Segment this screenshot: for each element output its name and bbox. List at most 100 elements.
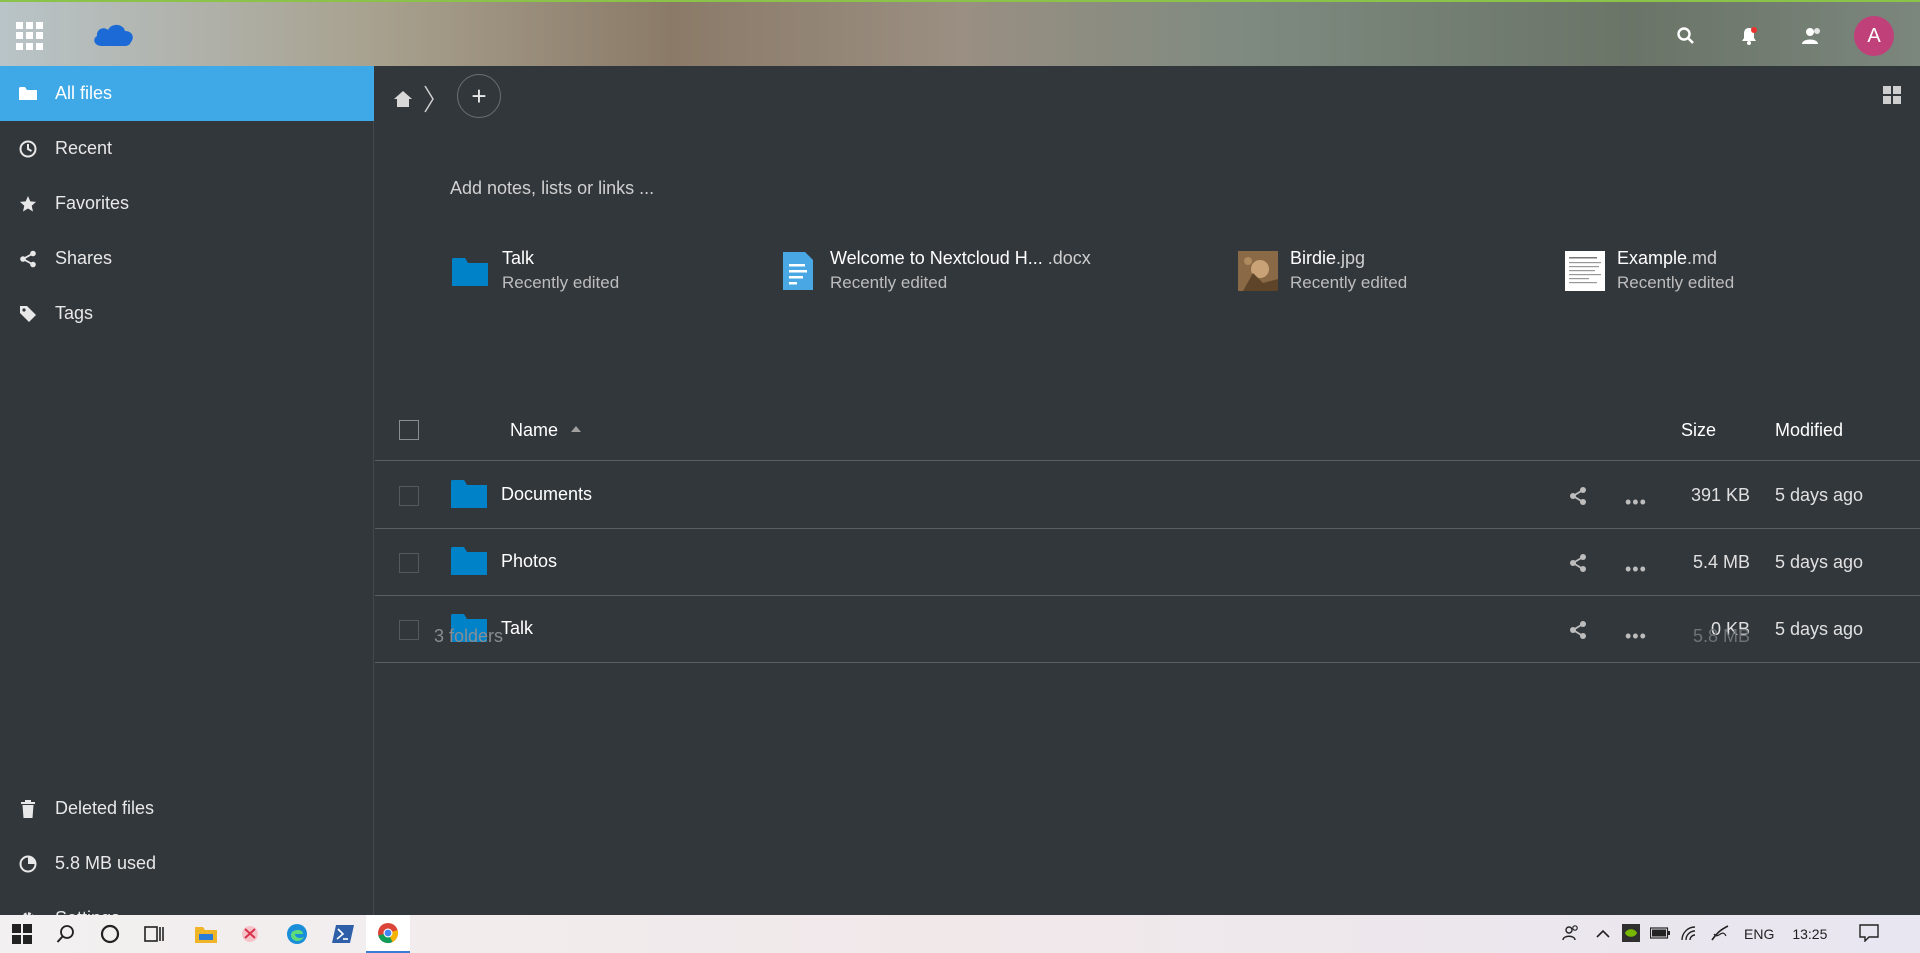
snipping-tool-icon[interactable]	[228, 915, 272, 953]
column-header-size[interactable]: Size	[1681, 420, 1716, 441]
people-icon[interactable]	[1562, 924, 1580, 945]
home-icon[interactable]	[393, 90, 413, 113]
avatar[interactable]: A	[1854, 16, 1894, 56]
table-row[interactable]: Talk ••• 0 KB 5 days ago	[375, 596, 1920, 663]
file-name[interactable]: Talk	[501, 618, 533, 639]
sidebar-item-all-files[interactable]: All files	[0, 66, 374, 121]
more-actions-icon[interactable]: •••	[1625, 559, 1647, 580]
wifi-icon[interactable]	[1680, 925, 1700, 944]
sidebar-item-favorites[interactable]: Favorites	[0, 176, 374, 231]
main-content: + Add notes, lists or links ... Talk Rec…	[375, 66, 1920, 915]
recent-file-basename: Birdie	[1290, 248, 1337, 268]
chevron-up-icon[interactable]	[1596, 926, 1610, 942]
folder-icon	[0, 86, 55, 101]
recent-file-extension: .md	[1687, 248, 1718, 268]
pen-icon[interactable]	[1710, 924, 1730, 945]
sidebar-item-shares[interactable]: Shares	[0, 231, 374, 286]
windows-start-icon[interactable]	[0, 915, 44, 953]
share-icon[interactable]	[1568, 553, 1588, 578]
recent-file-name: Talk	[502, 248, 619, 269]
sidebar-item-label: Recent	[55, 138, 113, 158]
recent-file-talk[interactable]: Talk Recently edited	[450, 248, 619, 293]
recent-file-basename: Example	[1617, 248, 1688, 268]
recent-file-extension: .docx	[1042, 248, 1091, 268]
sidebar-item-quota: 5.8 MB used	[0, 836, 374, 891]
folder-icon	[451, 478, 487, 513]
share-icon[interactable]	[1568, 620, 1588, 645]
clock[interactable]: 13:25	[1792, 926, 1827, 942]
add-new-button[interactable]: +	[457, 74, 501, 118]
share-icon[interactable]	[1568, 486, 1588, 511]
row-checkbox[interactable]	[399, 553, 419, 573]
recent-file-basename: Welcome to Nextcloud H...	[830, 248, 1043, 268]
sidebar-item-recent[interactable]: Recent	[0, 121, 374, 176]
trash-icon	[0, 799, 55, 818]
recent-file-status: Recently edited	[502, 273, 620, 292]
notifications-icon[interactable]	[1859, 923, 1880, 945]
sidebar-item-deleted-files[interactable]: Deleted files	[0, 781, 374, 836]
column-header-modified[interactable]: Modified	[1775, 420, 1843, 441]
apps-grid-icon[interactable]	[16, 22, 44, 50]
breadcrumb	[393, 84, 435, 119]
recent-file-birdie[interactable]: Birdie.jpg Recently edited	[1238, 248, 1407, 293]
app-header: A	[0, 0, 1920, 66]
folder-count-summary: 3 folders	[434, 626, 504, 646]
contacts-icon[interactable]	[1800, 24, 1824, 48]
recent-file-name: Welcome to Nextcloud H... .docx	[830, 248, 1091, 269]
file-modified: 5 days ago	[1775, 485, 1864, 505]
sidebar-item-tags[interactable]: Tags	[0, 286, 374, 341]
edge-browser-icon[interactable]	[275, 915, 319, 953]
file-name[interactable]: Documents	[501, 484, 592, 505]
recent-file-name: Example.md	[1617, 248, 1734, 269]
chrome-browser-icon[interactable]	[366, 915, 410, 953]
clock-icon	[0, 140, 55, 158]
recent-file-extension: .jpg	[1336, 248, 1366, 268]
search-icon[interactable]	[1674, 24, 1698, 48]
more-actions-icon[interactable]: •••	[1625, 626, 1647, 647]
bell-icon[interactable]	[1737, 24, 1761, 48]
folder-icon	[450, 251, 490, 291]
recent-file-status: Recently edited	[1290, 273, 1408, 292]
row-checkbox[interactable]	[399, 620, 419, 640]
system-tray: ENG 13:25	[1562, 915, 1880, 953]
select-all-checkbox[interactable]	[399, 420, 419, 440]
recent-file-status: Recently edited	[830, 273, 948, 292]
sidebar-item-label: 5.8 MB used	[55, 853, 157, 873]
image-thumbnail	[1238, 250, 1278, 291]
document-icon	[778, 251, 818, 291]
recent-file-status: Recently edited	[1617, 273, 1735, 292]
file-explorer-icon[interactable]	[184, 915, 228, 953]
file-name[interactable]: Photos	[501, 551, 557, 572]
share-icon	[0, 250, 55, 268]
more-actions-icon[interactable]: •••	[1625, 492, 1647, 513]
file-table-header: Name Size Modified	[375, 396, 1920, 461]
notes-input[interactable]: Add notes, lists or links ...	[450, 178, 654, 199]
chevron-right-icon	[423, 84, 435, 119]
table-row[interactable]: Documents ••• 391 KB 5 days ago	[375, 462, 1920, 529]
star-icon	[0, 195, 55, 213]
file-modified: 5 days ago	[1775, 619, 1864, 639]
file-size: 391 KB	[1690, 485, 1750, 505]
add-new-button-label: +	[471, 80, 487, 111]
total-size-summary: 5.8 MB	[1692, 626, 1750, 646]
powershell-icon[interactable]	[321, 915, 365, 953]
recent-file-welcome[interactable]: Welcome to Nextcloud H... .docx Recently…	[778, 248, 1091, 293]
sidebar: All files Recent Favorites Shares Tags D…	[0, 66, 374, 928]
file-modified: 5 days ago	[1775, 552, 1864, 572]
windows-taskbar: ENG 13:25	[0, 915, 1920, 953]
language-indicator[interactable]: ENG	[1744, 926, 1774, 942]
search-icon[interactable]	[44, 915, 88, 953]
column-header-name[interactable]: Name	[510, 420, 558, 441]
recent-file-name: Birdie.jpg	[1290, 248, 1407, 269]
avatar-letter: A	[1867, 24, 1881, 47]
nvidia-icon[interactable]	[1622, 923, 1640, 945]
recent-file-example[interactable]: Example.md Recently edited	[1565, 248, 1734, 293]
row-checkbox[interactable]	[399, 486, 419, 506]
cortana-icon[interactable]	[88, 915, 132, 953]
task-view-icon[interactable]	[132, 915, 176, 953]
recent-file-basename: Talk	[502, 248, 535, 268]
grid-view-icon[interactable]	[1883, 86, 1901, 109]
table-row[interactable]: Photos ••• 5.4 MB 5 days ago	[375, 529, 1920, 596]
battery-icon[interactable]	[1649, 926, 1670, 942]
nextcloud-logo[interactable]	[90, 20, 136, 55]
